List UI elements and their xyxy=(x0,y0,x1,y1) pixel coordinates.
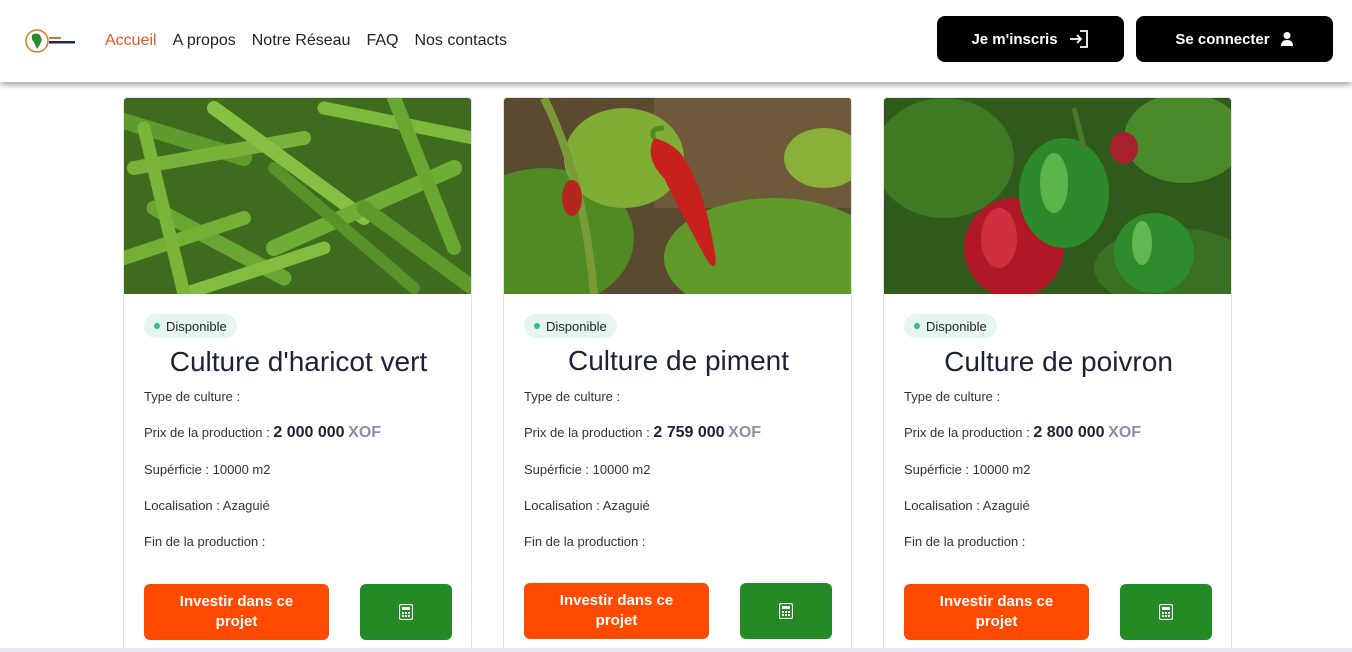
main-nav: Accueil A propos Notre Réseau FAQ Nos co… xyxy=(105,30,523,52)
top-navbar: Accueil A propos Notre Réseau FAQ Nos co… xyxy=(0,0,1352,82)
status-label: Disponible xyxy=(546,318,607,334)
field-type: Type de culture : xyxy=(524,389,621,404)
price-label: Prix de la production : xyxy=(904,425,1030,440)
field-end: Fin de la production : xyxy=(904,534,1026,549)
invest-button[interactable]: Investir dans ce projet xyxy=(524,583,709,639)
project-card: Disponible Culture d'haricot vert Type d… xyxy=(123,97,472,652)
field-end: Fin de la production : xyxy=(144,534,266,549)
nav-link-accueil[interactable]: Accueil xyxy=(105,30,157,52)
price-value: 2 000 000 xyxy=(273,424,345,441)
calculator-icon xyxy=(1159,604,1173,620)
field-type: Type de culture : xyxy=(144,389,241,404)
price-label: Prix de la production : xyxy=(144,425,270,440)
calculator-button[interactable] xyxy=(360,584,452,640)
card-title: Culture de poivron xyxy=(944,346,1173,377)
status-dot xyxy=(154,323,160,329)
calculator-icon xyxy=(399,604,413,620)
invest-button[interactable]: Investir dans ce projet xyxy=(904,584,1089,640)
nav-link-faq[interactable]: FAQ xyxy=(366,30,398,52)
project-card: Disponible Culture de poivron Type de cu… xyxy=(883,97,1232,652)
status-badge: Disponible xyxy=(524,314,617,338)
user-icon xyxy=(1280,32,1293,46)
field-location: Localisation : Azaguié xyxy=(144,498,270,513)
field-price: Prix de la production : 2 759 000 XOF xyxy=(524,424,761,442)
price-value: 2 759 000 xyxy=(653,424,725,441)
login-button[interactable]: Se connecter xyxy=(1136,16,1333,62)
price-label: Prix de la production : xyxy=(524,425,650,440)
page-bottom-edge xyxy=(0,648,1352,652)
field-price: Prix de la production : 2 800 000 XOF xyxy=(904,424,1141,442)
field-price: Prix de la production : 2 000 000 XOF xyxy=(144,424,381,442)
bell-pepper-photo xyxy=(884,98,1231,294)
calculator-button[interactable] xyxy=(740,583,832,639)
project-card: Disponible Culture de piment Type de cul… xyxy=(503,97,852,652)
login-label: Se connecter xyxy=(1175,30,1270,48)
field-location: Localisation : Azaguié xyxy=(524,498,650,513)
price-currency: XOF xyxy=(1108,424,1142,441)
status-badge: Disponible xyxy=(144,314,237,338)
status-dot xyxy=(534,323,540,329)
nav-link-a-propos[interactable]: A propos xyxy=(173,30,236,52)
status-label: Disponible xyxy=(926,318,987,334)
field-area: Supérficie : 10000 m2 xyxy=(144,462,271,477)
nav-link-nos-contacts[interactable]: Nos contacts xyxy=(414,30,506,52)
card-title: Culture d'haricot vert xyxy=(169,346,428,377)
field-location: Localisation : Azaguié xyxy=(904,498,1030,513)
field-area: Supérficie : 10000 m2 xyxy=(904,462,1031,477)
calculator-button[interactable] xyxy=(1120,584,1212,640)
brand-logo[interactable] xyxy=(24,26,78,56)
field-area: Supérficie : 10000 m2 xyxy=(524,462,651,477)
status-badge: Disponible xyxy=(904,314,997,338)
status-label: Disponible xyxy=(166,318,227,334)
card-title: Culture de piment xyxy=(567,345,789,376)
sign-in-icon xyxy=(1069,30,1088,48)
green-beans-photo xyxy=(124,98,471,294)
status-dot xyxy=(914,323,920,329)
price-currency: XOF xyxy=(348,424,382,441)
price-currency: XOF xyxy=(728,424,762,441)
field-end: Fin de la production : xyxy=(524,534,646,549)
register-label: Je m'inscris xyxy=(971,30,1058,48)
nav-link-notre-reseau[interactable]: Notre Réseau xyxy=(252,30,351,52)
invest-button[interactable]: Investir dans ce projet xyxy=(144,584,329,640)
calculator-icon xyxy=(779,603,793,619)
chili-pepper-photo xyxy=(504,98,851,294)
register-button[interactable]: Je m'inscris xyxy=(937,16,1124,62)
price-value: 2 800 000 xyxy=(1033,424,1105,441)
field-type: Type de culture : xyxy=(904,389,1001,404)
